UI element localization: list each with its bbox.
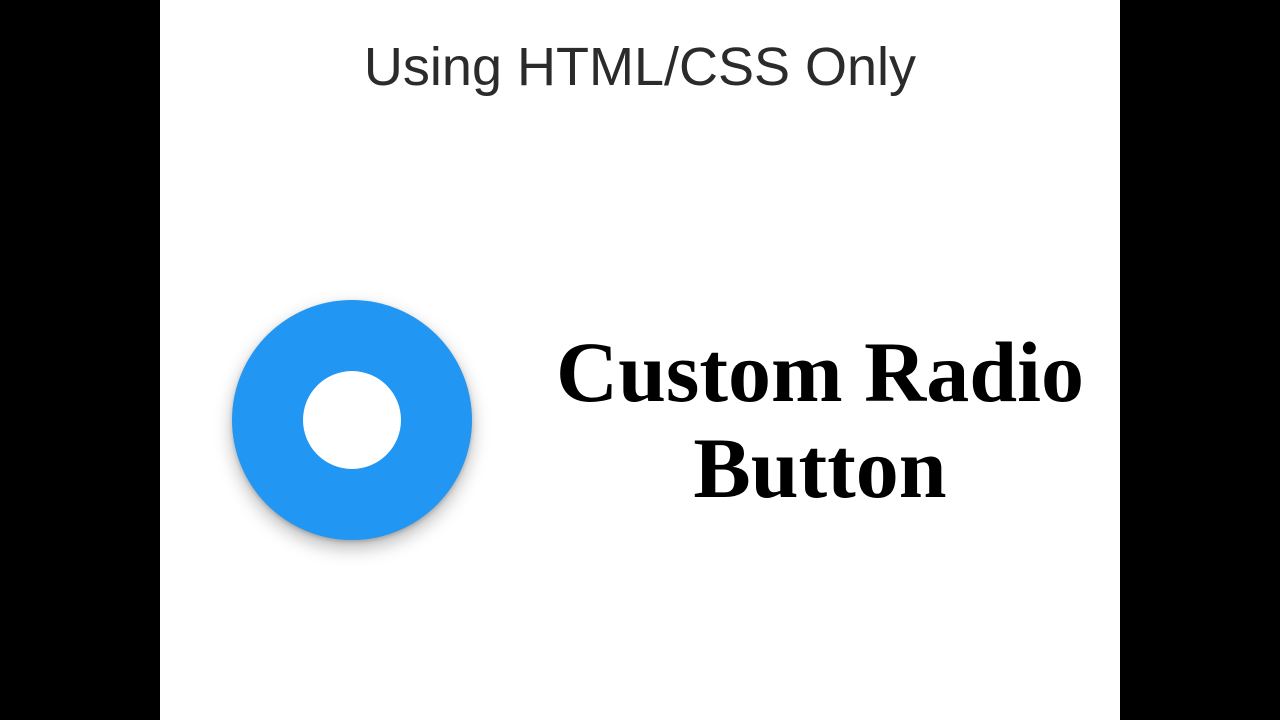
slide-stage: Using HTML/CSS Only Custom Radio Button — [160, 0, 1120, 720]
radio-button-icon — [232, 300, 472, 540]
radio-button-inner-dot — [303, 371, 401, 469]
content-row: Custom Radio Button — [160, 300, 1120, 540]
subtitle-text: Using HTML/CSS Only — [160, 36, 1120, 98]
main-title-text: Custom Radio Button — [540, 324, 1100, 517]
